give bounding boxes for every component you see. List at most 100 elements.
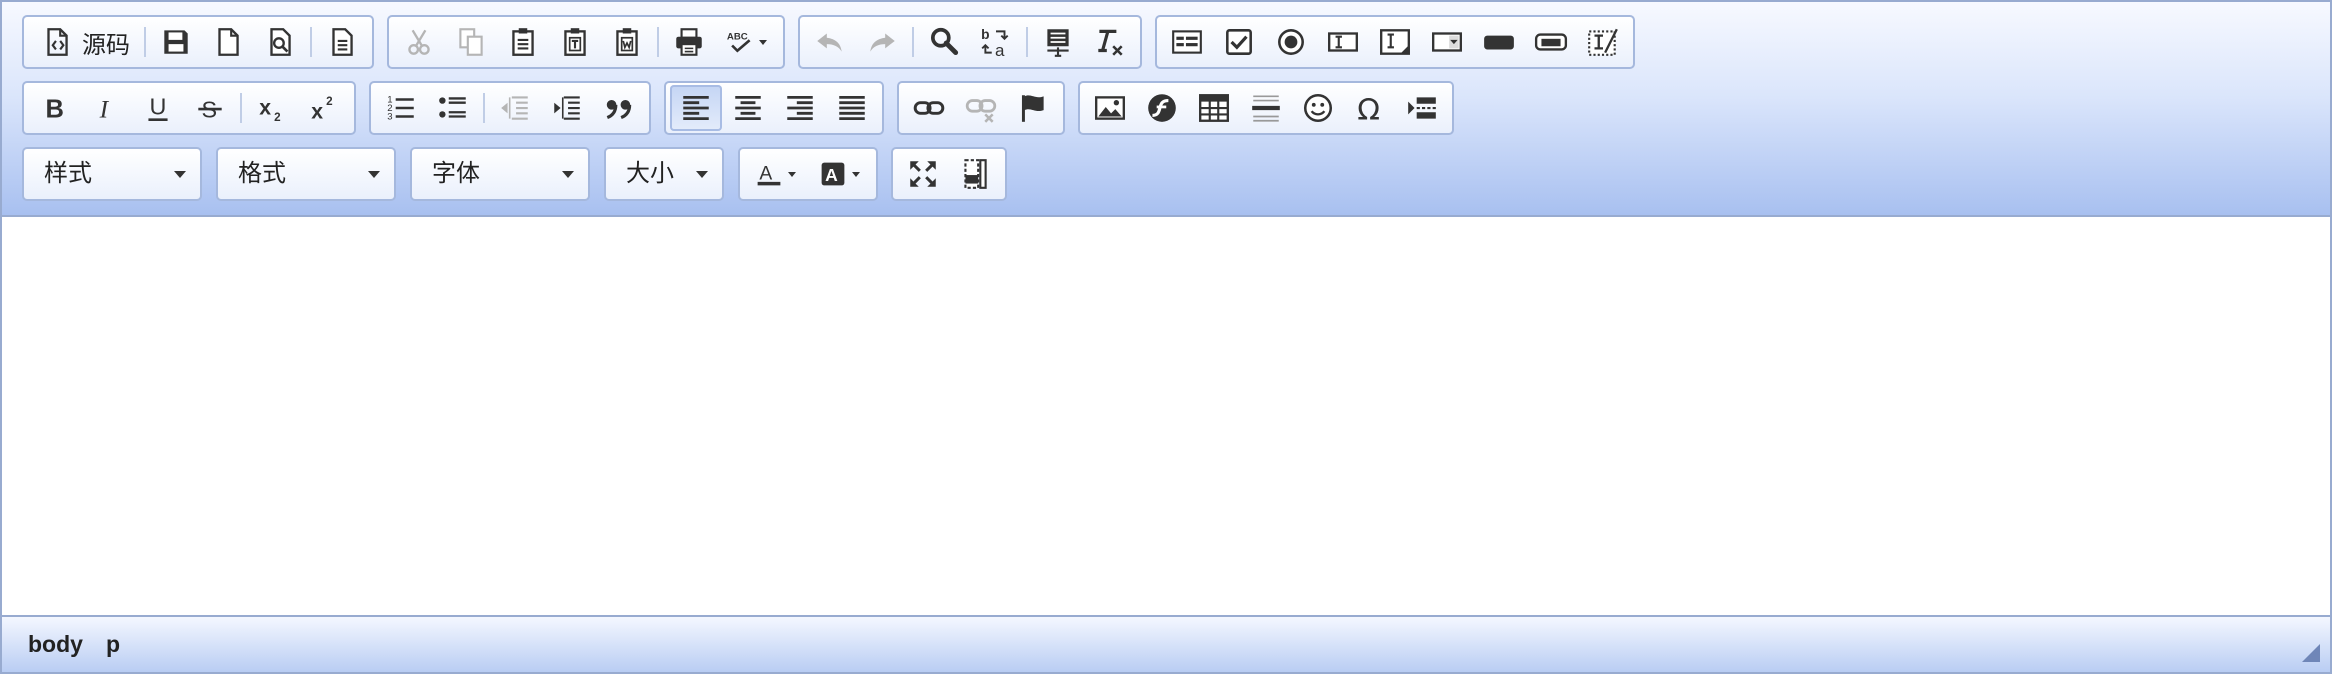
- maximize-icon: [910, 161, 936, 187]
- hidden-field-icon: [1588, 28, 1618, 56]
- image-button[interactable]: [1084, 85, 1136, 131]
- find-button[interactable]: [918, 19, 970, 65]
- separator: [310, 27, 312, 57]
- paste-word-button[interactable]: [601, 19, 653, 65]
- svg-text:2: 2: [326, 95, 333, 108]
- outdent-button[interactable]: [489, 85, 541, 131]
- form-button-button[interactable]: [1473, 19, 1525, 65]
- bold-button[interactable]: B: [28, 85, 80, 131]
- subscript-button[interactable]: x2: [246, 85, 298, 131]
- numbered-list-button[interactable]: 123: [375, 85, 427, 131]
- superscript-button[interactable]: x2: [298, 85, 350, 131]
- svg-text:b: b: [981, 26, 989, 42]
- align-left-button[interactable]: [670, 85, 722, 131]
- size-combo[interactable]: 大小: [604, 147, 724, 201]
- image-button-button[interactable]: [1525, 19, 1577, 65]
- templates-button[interactable]: [316, 19, 368, 65]
- select-all-button[interactable]: [1032, 19, 1084, 65]
- smiley-icon: [1303, 93, 1333, 123]
- path-item-p[interactable]: p: [106, 617, 120, 672]
- page-break-icon: [1408, 97, 1436, 119]
- link-button[interactable]: [903, 85, 955, 131]
- justify-button[interactable]: [826, 85, 878, 131]
- hidden-field-button[interactable]: [1577, 19, 1629, 65]
- paste-button[interactable]: [497, 19, 549, 65]
- remove-format-button[interactable]: [1084, 19, 1136, 65]
- strike-button[interactable]: S: [184, 85, 236, 131]
- underline-button[interactable]: U: [132, 85, 184, 131]
- print-icon: [676, 28, 702, 56]
- styles-combo[interactable]: 样式: [22, 147, 202, 201]
- insert-group: Ω: [1078, 81, 1454, 135]
- justify-icon: [839, 95, 865, 121]
- textarea-icon: [1380, 29, 1410, 55]
- replace-button[interactable]: ba: [970, 19, 1022, 65]
- undo-button[interactable]: [804, 19, 856, 65]
- svg-text:A: A: [825, 165, 838, 185]
- editor-content-area[interactable]: [2, 217, 2330, 617]
- select-field-button[interactable]: [1421, 19, 1473, 65]
- quote-icon: [606, 100, 632, 120]
- numbered-list-icon: 123: [387, 95, 414, 123]
- templates-icon: [332, 28, 353, 56]
- image-icon: [1095, 96, 1125, 120]
- select-all-icon: [1047, 29, 1069, 57]
- maximize-button[interactable]: [897, 151, 949, 197]
- italic-button[interactable]: I: [80, 85, 132, 131]
- styles-combo-label: 样式: [44, 160, 92, 187]
- strikethrough-icon: S: [198, 97, 222, 123]
- align-right-icon: [787, 95, 813, 121]
- format-combo[interactable]: 格式: [216, 147, 396, 201]
- resize-grip-icon[interactable]: [2302, 644, 2320, 662]
- align-center-button[interactable]: [722, 85, 774, 131]
- document-group: 源码: [22, 15, 374, 69]
- show-blocks-button[interactable]: [949, 151, 1001, 197]
- bulleted-list-button[interactable]: [427, 85, 479, 131]
- text-color-button[interactable]: A: [744, 151, 808, 197]
- bold-icon: B: [46, 96, 64, 124]
- anchor-button[interactable]: [1007, 85, 1059, 131]
- source-icon: [47, 28, 68, 56]
- table-button[interactable]: [1188, 85, 1240, 131]
- forms-group: [1155, 15, 1635, 69]
- spellcheck-button[interactable]: ABC: [715, 19, 779, 65]
- replace-icon: ba: [981, 26, 1009, 59]
- subscript-icon: x2: [259, 95, 281, 124]
- svg-text:ABC: ABC: [727, 31, 748, 42]
- form-button[interactable]: [1161, 19, 1213, 65]
- bulleted-list-icon: [439, 97, 466, 118]
- redo-button[interactable]: [856, 19, 908, 65]
- page-break-button[interactable]: [1396, 85, 1448, 131]
- background-color-button[interactable]: A: [808, 151, 872, 197]
- indent-button[interactable]: [541, 85, 593, 131]
- separator: [144, 27, 146, 57]
- svg-text:a: a: [995, 41, 1005, 59]
- separator: [657, 27, 659, 57]
- special-char-button[interactable]: Ω: [1344, 85, 1396, 131]
- path-item-body[interactable]: body: [28, 617, 83, 672]
- source-button[interactable]: 源码: [28, 19, 140, 65]
- paragraph-group: 123: [369, 81, 651, 135]
- horizontal-rule-button[interactable]: [1240, 85, 1292, 131]
- separator: [483, 93, 485, 123]
- smiley-button[interactable]: [1292, 85, 1344, 131]
- chevron-down-icon: [368, 171, 380, 178]
- checkbox-button[interactable]: [1213, 19, 1265, 65]
- copy-button[interactable]: [445, 19, 497, 65]
- save-button[interactable]: [150, 19, 202, 65]
- radio-button[interactable]: [1265, 19, 1317, 65]
- align-right-button[interactable]: [774, 85, 826, 131]
- preview-button[interactable]: [254, 19, 306, 65]
- print-button[interactable]: [663, 19, 715, 65]
- textarea-button[interactable]: [1369, 19, 1421, 65]
- new-page-button[interactable]: [202, 19, 254, 65]
- checkbox-icon: [1226, 29, 1252, 55]
- blockquote-button[interactable]: [593, 85, 645, 131]
- textfield-button[interactable]: [1317, 19, 1369, 65]
- font-combo[interactable]: 字体: [410, 147, 590, 201]
- unlink-button[interactable]: [955, 85, 1007, 131]
- svg-text:2: 2: [274, 111, 281, 124]
- cut-button[interactable]: [393, 19, 445, 65]
- paste-text-button[interactable]: [549, 19, 601, 65]
- flash-button[interactable]: [1136, 85, 1188, 131]
